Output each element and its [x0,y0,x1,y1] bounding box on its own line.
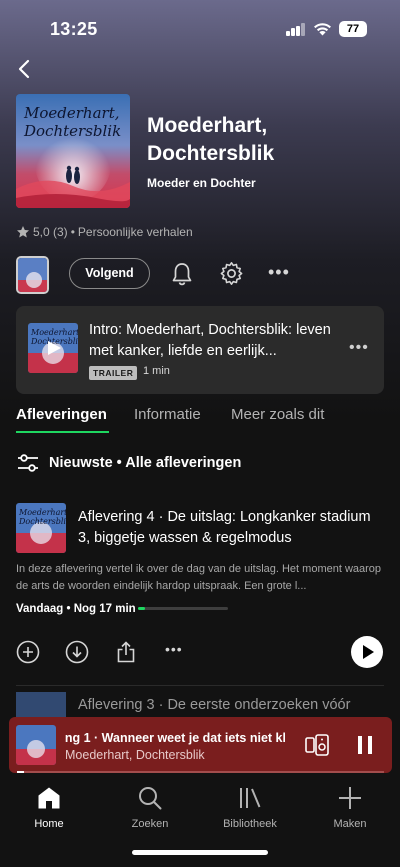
trailer-card[interactable]: Moederhart, Dochtersblik Intro: Moederha… [16,306,384,394]
episode-title[interactable]: Aflevering 3 · De eerste onderzoeken vóó… [78,697,383,713]
svg-text:Moederhart,: Moederhart, [18,508,66,517]
svg-text:Moederhart,: Moederhart, [23,104,120,122]
plus-icon [339,787,361,809]
now-playing-subtitle: Moederhart, Dochtersblik [65,748,205,762]
svg-text:Dochtersblik: Dochtersblik [23,122,121,140]
episode-meta: Vandaag • Nog 17 min [16,603,136,615]
pause-icon[interactable] [354,734,376,756]
episode-more-icon[interactable]: ••• [165,641,183,657]
svg-text:Moederhart,: Moederhart, [30,328,78,337]
nav-item-create[interactable]: Maken [310,786,390,830]
status-time: 13:25 [50,19,98,39]
home-icon [38,787,60,809]
nav-label-create: Maken [333,818,367,830]
now-playing-title: Aflevering 1 · Wanneer weet je dat iets … [65,731,285,745]
trailer-title: Intro: Moederhart, Dochtersblik: leven m… [89,322,331,359]
sort-filter-label[interactable]: Nieuwste • Alle afleveringen [49,455,241,471]
library-icon [240,788,261,808]
nav-item-home[interactable]: Home [9,786,89,830]
follow-button[interactable]: Volgend [69,258,150,289]
mini-cover-art[interactable] [16,256,49,294]
play-button[interactable] [351,636,383,668]
trailer-more-icon[interactable]: ••• [349,339,369,357]
home-indicator [132,850,268,855]
now-playing-bar[interactable]: Aflevering 1 · Wanneer weet je dat iets … [9,717,392,773]
now-playing-progress-fill [17,771,25,773]
tab-informatie[interactable]: Informatie [134,406,201,423]
rating-value: 5,0 (3) [33,225,68,239]
show-title: Moederhart, Dochtersblik [147,114,275,165]
now-playing-progress-bar [17,771,384,773]
nav-label-library: Bibliotheek [223,818,277,830]
add-icon[interactable] [16,640,40,664]
episode-progress-fill [138,607,146,610]
bell-icon[interactable] [170,261,194,287]
show-author[interactable]: Moeder en Dochter [147,176,256,190]
episode-title[interactable]: Aflevering 4 · De uitslag: Longkanker st… [78,507,378,549]
trailer-duration: 1 min [143,365,170,377]
now-playing-title-wrapper: Aflevering 1 · Wanneer weet je dat iets … [65,729,285,747]
wifi-icon [314,23,331,36]
show-category: Persoonlijke verhalen [77,225,193,239]
tab-meer-zoals-dit[interactable]: Meer zoals dit [231,406,324,423]
more-options-icon[interactable]: ••• [268,262,290,283]
trailer-badge: TRAILER [89,366,138,380]
episode-cover-art[interactable]: Moederhart, Dochtersblik [16,503,66,553]
episode-progress-bar [138,607,228,610]
nav-label-search: Zoeken [131,818,169,830]
trailer-cover-art: Moederhart, Dochtersblik [28,323,78,373]
active-tab-indicator [16,431,109,433]
nav-item-search[interactable]: Zoeken [110,786,190,830]
search-icon [139,787,162,810]
connect-device-icon[interactable] [305,734,329,756]
episode-description: In deze aflevering vertel ik over de dag… [16,563,382,592]
gear-icon[interactable] [219,261,244,286]
rating-row[interactable]: 5,0 (3) • Persoonlijke verhalen [16,225,193,239]
signal-icon [286,23,306,36]
sort-filter-icon[interactable] [17,452,39,474]
share-icon[interactable] [114,640,138,664]
nav-label-home: Home [34,818,64,830]
star-icon [17,226,29,238]
back-icon[interactable] [14,58,36,80]
show-cover-art: Moederhart, Dochtersblik [16,94,130,208]
nav-item-library[interactable]: Bibliotheek [210,786,290,830]
battery-indicator: 77 [339,21,367,37]
list-divider [16,685,384,686]
tab-afleveringen[interactable]: Afleveringen [16,406,107,423]
svg-text:Dochtersblik: Dochtersblik [18,517,66,526]
play-icon [363,645,374,659]
now-playing-cover-art [16,725,56,765]
separator-dot: • [70,225,75,239]
download-icon[interactable] [65,640,89,664]
